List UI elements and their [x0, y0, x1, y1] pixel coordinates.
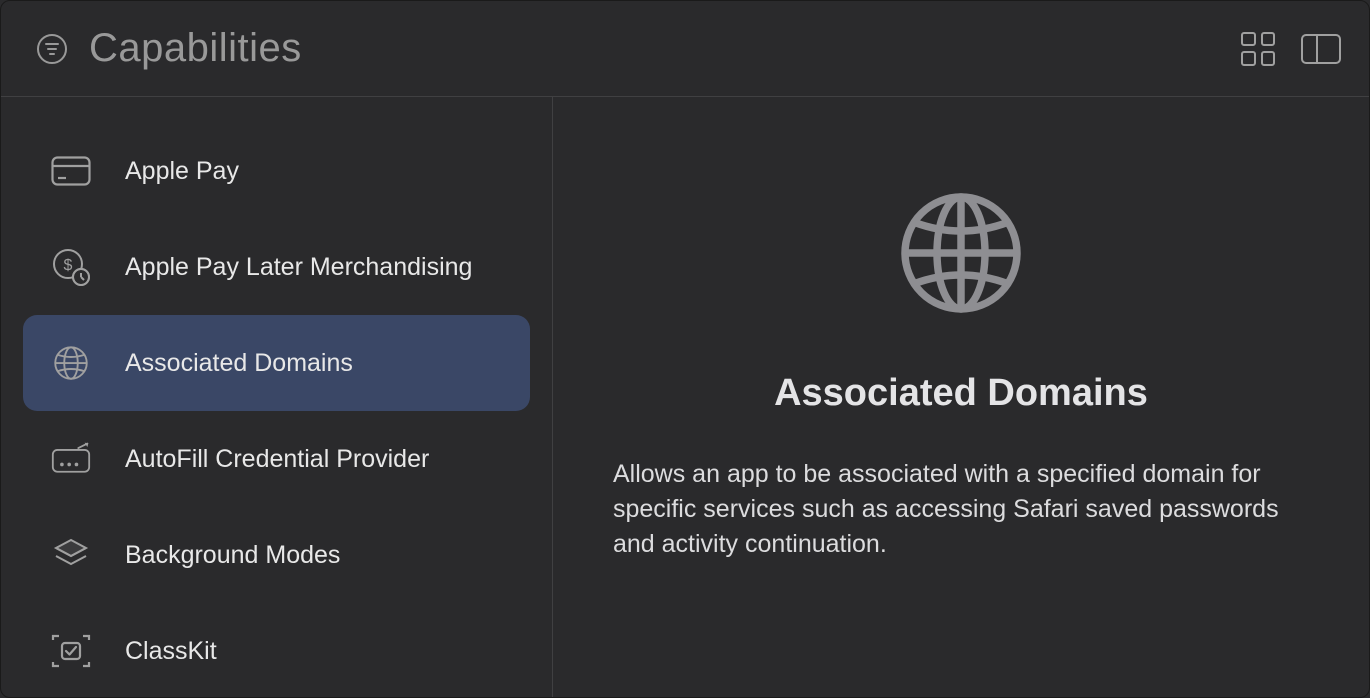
sidebar-item-classkit[interactable]: ClassKit — [23, 603, 530, 697]
sidebar-item-apple-pay[interactable]: Apple Pay — [23, 123, 530, 219]
header-left: Capabilities — [37, 26, 302, 71]
sidebar-item-label: Apple Pay Later Merchandising — [125, 253, 472, 282]
layers-icon — [51, 537, 91, 573]
header-right — [1241, 32, 1341, 66]
detail-description: Allows an app to be associated with a sp… — [609, 457, 1313, 562]
detail-title: Associated Domains — [774, 372, 1148, 415]
credential-card-icon — [51, 441, 91, 477]
body: Apple Pay $ Apple Pay Later Merchandisin… — [1, 97, 1369, 697]
column-view-icon[interactable] — [1301, 34, 1341, 64]
sidebar-item-apple-pay-later[interactable]: $ Apple Pay Later Merchandising — [23, 219, 530, 315]
sidebar-item-label: AutoFill Credential Provider — [125, 445, 429, 474]
checkbox-frame-icon — [51, 633, 91, 669]
page-title: Capabilities — [89, 26, 302, 71]
sidebar-item-associated-domains[interactable]: Associated Domains — [23, 315, 530, 411]
svg-text:$: $ — [64, 257, 73, 274]
credit-card-icon — [51, 153, 91, 189]
sidebar-item-label: Background Modes — [125, 541, 340, 570]
sidebar-item-label: Apple Pay — [125, 157, 239, 186]
sidebar-item-background-modes[interactable]: Background Modes — [23, 507, 530, 603]
dollar-clock-icon: $ — [51, 249, 91, 285]
sidebar-item-autofill-credential[interactable]: AutoFill Credential Provider — [23, 411, 530, 507]
sidebar-item-label: ClassKit — [125, 637, 217, 666]
sidebar: Apple Pay $ Apple Pay Later Merchandisin… — [1, 97, 553, 697]
header-bar: Capabilities — [1, 1, 1369, 97]
sidebar-item-label: Associated Domains — [125, 349, 353, 378]
detail-panel: Associated Domains Allows an app to be a… — [553, 97, 1369, 697]
grid-view-icon[interactable] — [1241, 32, 1275, 66]
globe-large-icon — [897, 189, 1025, 322]
filter-icon[interactable] — [37, 34, 67, 64]
globe-icon — [51, 345, 91, 381]
